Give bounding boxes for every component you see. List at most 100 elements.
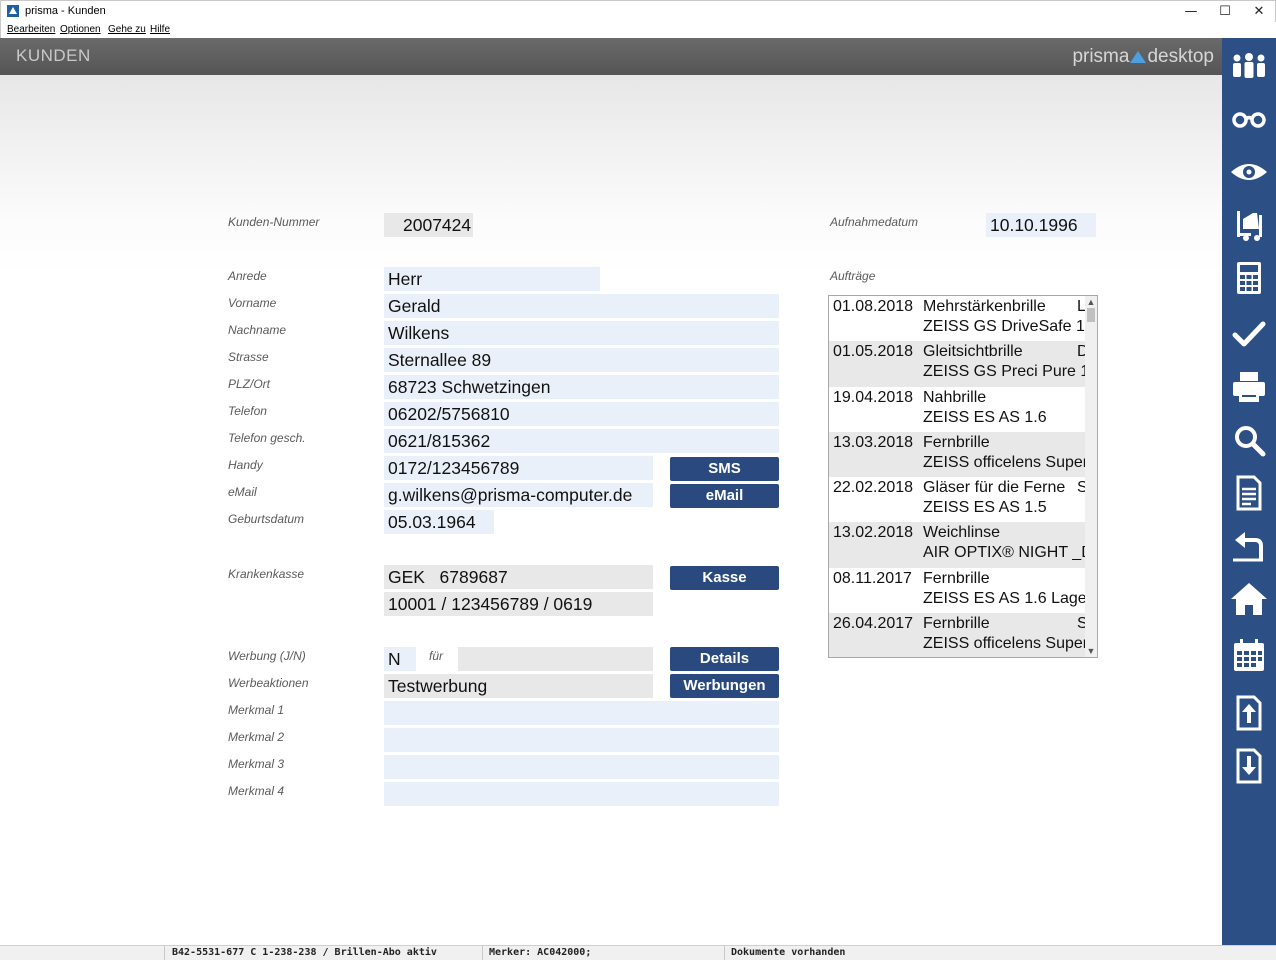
order-description: ZEISS ES AS 1.6 [923,408,1047,426]
vorname-label: Vorname [228,296,277,310]
eye-icon[interactable] [1229,152,1269,192]
kasse-button[interactable]: Kasse [670,566,779,590]
strasse-label: Strasse [228,350,269,364]
customers-icon[interactable] [1229,46,1269,86]
brand-text-prisma: prisma [1072,46,1130,67]
order-type: Fernbrille [923,569,990,587]
order-date: 19.04.2018 [833,388,914,406]
status-customer-info: B42-5531-677 C 1-238-238 / Brillen-Abo a… [172,947,437,958]
auftraege-label: Aufträge [830,269,876,283]
merkmal-3-field[interactable] [384,755,779,779]
glasses-icon[interactable] [1229,99,1269,139]
handy-field[interactable]: 0172/123456789 [384,456,653,480]
scroll-thumb[interactable] [1087,308,1095,322]
krankenkasse-field[interactable]: GEK 6789687 [384,565,653,589]
vorname-field[interactable]: Gerald [384,294,779,318]
brand-text-desktop: desktop [1147,46,1214,67]
menu-bearbeiten[interactable]: Bearbeiten [7,24,55,35]
order-row[interactable]: 01.05.2018 Gleitsichtbrille D ZEISS GS Prec… [829,341,1097,387]
home-icon[interactable] [1229,579,1269,619]
order-row[interactable]: 26.04.2017 Fernbrille S ZEISS officelens Su… [829,612,1097,657]
order-description: ZEISS GS Preci Pure 1.6 [923,363,1085,381]
calendar-icon[interactable] [1229,635,1269,675]
details-button[interactable]: Details [670,647,779,671]
upload-icon[interactable] [1229,693,1269,733]
geburtsdatum-label: Geburtsdatum [228,512,305,526]
close-button[interactable]: ✕ [1242,2,1276,22]
window-title: prisma - Kunden [25,5,106,17]
menu-bar: Bearbeiten Optionen Gehe zu Hilfe [0,22,1276,38]
download-icon[interactable] [1229,746,1269,786]
calculator-icon[interactable] [1229,258,1269,298]
orders-scrollbar[interactable]: ▲ ▼ [1085,296,1097,657]
telefon-field[interactable]: 06202/5756810 [384,402,779,426]
search-icon[interactable] [1229,420,1269,460]
order-date: 26.04.2017 [833,614,914,632]
email-label: eMail [228,485,257,499]
merkmal-3-label: Merkmal 3 [228,757,285,771]
order-type: Fernbrille [923,433,990,451]
werbung-field[interactable]: N [384,647,416,671]
forklift-icon[interactable] [1229,205,1269,245]
plz-ort-field[interactable]: 68723 Schwetzingen [384,375,779,399]
sms-button[interactable]: SMS [670,457,779,481]
menu-optionen[interactable]: Optionen [60,24,101,35]
status-bar: B42-5531-677 C 1-238-238 / Brillen-Abo a… [0,945,1276,960]
order-description: AIR OPTIX® NIGHT _DA [923,544,1085,562]
order-date: 08.11.2017 [833,569,912,587]
geburtsdatum-field[interactable]: 05.03.1964 [384,510,494,534]
fuer-label: für [429,649,444,663]
brand-triangle-icon [1130,51,1147,63]
minimize-button[interactable]: — [1174,2,1208,22]
page-title: KUNDEN [16,46,91,65]
aufnahmedatum-label: Aufnahmedatum [830,215,919,229]
orders-list[interactable]: 01.08.2018 Mehrstärkenbrille L ZEISS GS Dri… [828,295,1098,658]
order-row[interactable]: 19.04.2018 Nahbrille ZEISS ES AS 1.6 [829,387,1097,432]
kunden-nummer-label: Kunden-Nummer [228,215,320,229]
document-icon[interactable] [1229,473,1269,513]
order-date: 01.08.2018 [833,298,914,315]
order-row[interactable]: 08.11.2017 Fernbrille ZEISS ES AS 1.6 Lage… [829,568,1097,613]
telefon-gesch-field[interactable]: 0621/815362 [384,429,779,453]
toolbar-sidebar [1222,38,1276,945]
email-button[interactable]: eMail [670,484,779,508]
aufnahmedatum-field[interactable]: 10.10.1996 [986,213,1096,237]
check-icon[interactable] [1229,314,1269,354]
merkmal-2-field[interactable] [384,728,779,752]
telefon-gesch-label: Telefon gesch. [228,431,306,445]
status-separator [724,946,725,960]
nachname-field[interactable]: Wilkens [384,321,779,345]
order-type: Nahbrille [923,388,987,406]
merkmal-4-label: Merkmal 4 [228,784,285,798]
menu-hilfe[interactable]: Hilfe [150,24,170,35]
order-row[interactable]: 01.08.2018 Mehrstärkenbrille L ZEISS GS Dri… [829,296,1097,341]
order-row[interactable]: 13.02.2018 Weichlinse AIR OPTIX® NIGHT _DA [829,522,1097,568]
werbungen-button[interactable]: Werbungen [670,674,779,698]
order-row[interactable]: 22.02.2018 Gläser für die Ferne S ZEISS ES … [829,477,1097,522]
anrede-label: Anrede [228,269,267,283]
werbeaktionen-field[interactable]: Testwerbung [384,674,653,698]
krankenkasse-details-field[interactable]: 10001 / 123456789 / 0619 [384,592,653,616]
order-type: Mehrstärkenbrille [923,298,1046,315]
fuer-field[interactable] [458,647,653,671]
order-description: ZEISS officelens Superl [923,634,1085,652]
merkmal-4-field[interactable] [384,782,779,806]
order-row[interactable]: 13.03.2018 Fernbrille ZEISS officelens Sup… [829,431,1097,477]
scroll-up-icon[interactable]: ▲ [1085,296,1097,308]
email-field[interactable]: g.wilkens@prisma-computer.de [384,483,653,507]
anrede-field[interactable]: Herr [384,267,600,291]
order-type: Gläser für die Ferne [923,479,1066,496]
maximize-button[interactable]: ☐ [1208,2,1242,22]
printer-icon[interactable] [1229,367,1269,407]
telefon-label: Telefon [228,404,267,418]
strasse-field[interactable]: Sternallee 89 [384,348,779,372]
menu-gehe-zu[interactable]: Gehe zu [108,24,146,35]
merkmal-1-field[interactable] [384,701,779,725]
kunden-nummer-field[interactable]: 2007424 [384,213,473,237]
handy-label: Handy [228,458,263,472]
scroll-down-icon[interactable]: ▼ [1085,645,1097,657]
order-type: Gleitsichtbrille [923,343,1023,361]
order-date: 13.02.2018 [833,524,914,542]
back-arrow-icon[interactable] [1229,526,1269,566]
status-documents: Dokumente vorhanden [731,947,846,958]
